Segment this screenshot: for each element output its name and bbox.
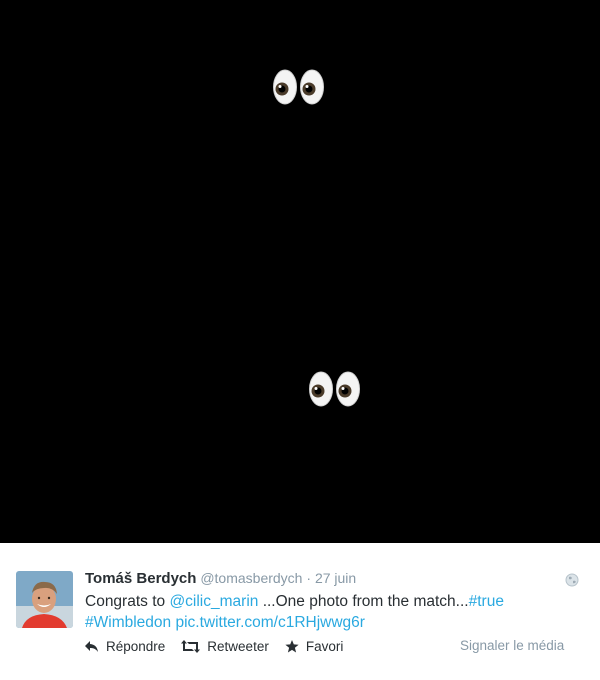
hashtag-wimbledon-link[interactable]: #Wimbledon [85,614,171,631]
star-icon [285,640,299,653]
tweet-text-prefix: Congrats to [85,593,170,610]
tweet-text-middle: ...One photo from the match... [258,593,469,610]
pic-link[interactable]: pic.twitter.com/c1RHjwwg6r [175,614,365,631]
globe-icon[interactable] [565,573,579,587]
hashtag-true-link[interactable]: #true [469,593,504,610]
tweet-header: Tomáš Berdych @tomasberdych · 27 juin [85,569,356,588]
tweet: Tomáš Berdych @tomasberdych · 27 juin Co… [0,543,600,680]
retweet-label: Retweeter [207,639,269,654]
reply-icon [85,641,98,652]
favorite-button[interactable]: Favori [285,639,344,654]
author-name[interactable]: Tomáš Berdych [85,570,196,587]
header-separator: · [306,570,312,586]
reply-button[interactable]: Répondre [84,639,165,654]
avatar[interactable] [16,571,73,628]
favorite-label: Favori [305,639,344,654]
retweet-icon [181,640,201,653]
tweet-text: Congrats to @cilic_marin ...One photo fr… [85,591,555,633]
tweet-date[interactable]: 27 juin [315,570,356,586]
eyes-emoji [309,371,360,407]
tweet-media-photo[interactable] [0,0,600,543]
mention-link[interactable]: @cilic_marin [169,593,258,610]
avatar-photo [16,571,73,628]
retweet-button[interactable]: Retweeter [181,639,269,654]
reply-label: Répondre [106,639,166,654]
author-handle[interactable]: @tomasberdych [200,570,302,586]
report-media-link[interactable]: Signaler le média [460,638,564,653]
tweet-actions: Répondre Retweeter Favori [84,639,359,654]
eyes-emoji [273,69,324,105]
